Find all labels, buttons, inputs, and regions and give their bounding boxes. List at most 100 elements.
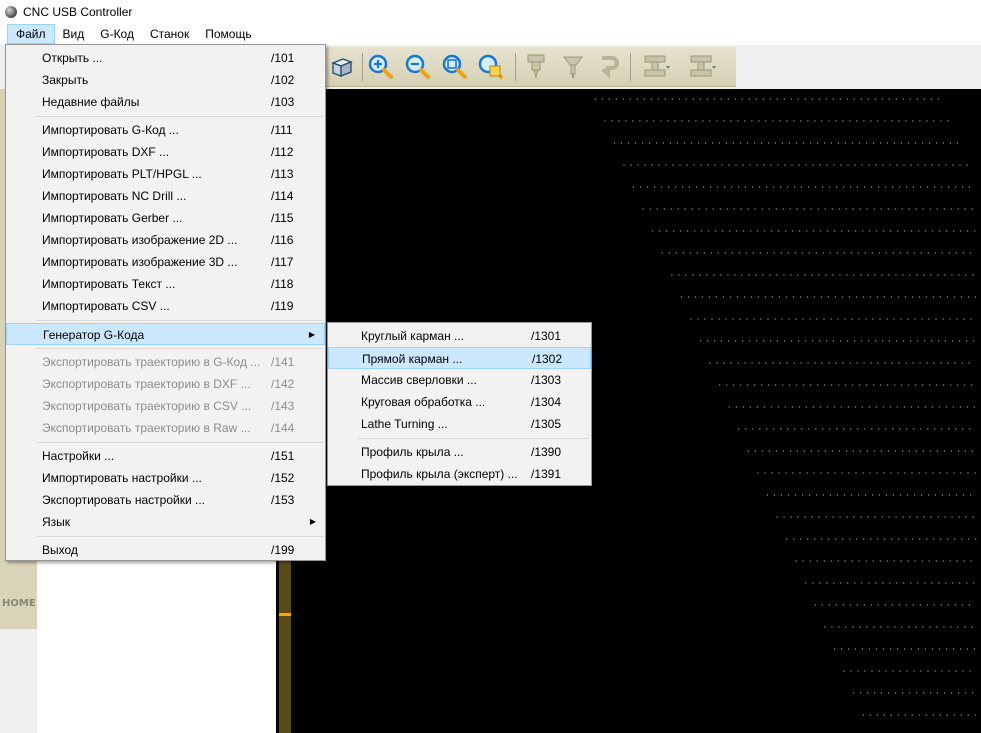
menu-item-shortcut: /1305: [531, 417, 562, 431]
menu-item-label: Экспортировать траекторию в DXF ...: [42, 377, 251, 391]
menu-item-label: Импортировать Текст ...: [42, 277, 176, 291]
menu-item-label: Импортировать CSV ...: [42, 299, 170, 313]
menu-item-settings[interactable]: Настройки ... /151: [6, 445, 325, 467]
submenu-item-lathe-turning[interactable]: Lathe Turning ... /1305: [328, 413, 591, 435]
menu-item-shortcut: /118: [271, 277, 294, 291]
spindle-tool-icon[interactable]: [521, 51, 551, 81]
gcode-generator-submenu: Круглый карман ... /1301 Прямой карман ..…: [327, 322, 592, 486]
menu-help[interactable]: Помощь: [197, 24, 259, 44]
menu-item-shortcut: /143: [271, 399, 295, 413]
menu-item-import-plt[interactable]: Импортировать PLT/HPGL ... /113: [6, 163, 325, 185]
menu-item-import-image-3d[interactable]: Импортировать изображение 3D ... /117: [6, 251, 325, 273]
move-axis-icon[interactable]: [641, 51, 671, 81]
submenu-arrow-icon: ▶: [308, 330, 315, 339]
menu-view[interactable]: Вид: [55, 24, 93, 44]
app-icon: [5, 5, 17, 18]
menu-item-label: Импортировать G-Код ...: [42, 123, 179, 137]
menu-item-shortcut: /115: [271, 211, 294, 225]
menu-machine[interactable]: Станок: [142, 24, 197, 44]
toolbar-separator: [362, 53, 363, 81]
zoom-selection-icon[interactable]: [475, 51, 505, 81]
tool-probe-icon[interactable]: [558, 51, 588, 81]
menu-item-import-dxf[interactable]: Импортировать DXF ... /112: [6, 141, 325, 163]
menu-item-shortcut: /151: [271, 449, 295, 463]
menu-item-label: Выход: [42, 543, 78, 557]
menu-item-close[interactable]: Закрыть/102: [6, 69, 325, 91]
menu-item-label: Lathe Turning ...: [361, 417, 448, 431]
menu-item-import-settings[interactable]: Импортировать настройки ... /152: [6, 467, 325, 489]
submenu-item-airfoil-expert[interactable]: Профиль крыла (эксперт) ... /1391: [328, 463, 591, 485]
menu-item-import-nc-drill[interactable]: Импортировать NC Drill ... /114: [6, 185, 325, 207]
menu-item-import-text[interactable]: Импортировать Текст ... /118: [6, 273, 325, 295]
menu-item-label: Импортировать DXF ...: [42, 145, 170, 159]
menu-item-shortcut: /144: [271, 421, 295, 435]
menu-item-shortcut: /113: [271, 167, 294, 181]
menu-item-shortcut: /114: [271, 189, 294, 203]
menu-item-import-gcode[interactable]: Импортировать G-Код ... /111: [6, 119, 325, 141]
menu-item-label: Настройки ...: [42, 449, 115, 463]
menu-item-label: Открыть ...: [42, 51, 103, 65]
menu-item-export-settings[interactable]: Экспортировать настройки ... /153: [6, 489, 325, 511]
menu-item-label: Импортировать изображение 2D ...: [42, 233, 238, 247]
move-axis-alt-icon[interactable]: [687, 51, 717, 81]
menu-item-shortcut: /199: [271, 543, 295, 557]
z-axis-slider[interactable]: [279, 560, 291, 733]
menu-item-label: Генератор G-Кода: [43, 328, 145, 342]
z-axis-marker[interactable]: [279, 613, 291, 616]
submenu-item-drill-array[interactable]: Массив сверловки ... /1303: [328, 369, 591, 391]
menu-item-export-dxf: Экспортировать траекторию в DXF ... /142: [6, 373, 325, 395]
zoom-in-icon[interactable]: [365, 51, 395, 81]
3d-view-icon[interactable]: [327, 51, 357, 81]
menu-item-shortcut: /119: [271, 299, 294, 313]
menu-item-label: Импортировать PLT/HPGL ...: [42, 167, 202, 181]
submenu-item-rect-pocket[interactable]: Прямой карман ... /1302: [328, 347, 591, 369]
menu-item-label: Недавние файлы: [42, 95, 140, 109]
menu-item-export-gcode: Экспортировать траекторию в G-Код ... /14…: [6, 351, 325, 373]
menu-item-label: Прямой карман ...: [362, 352, 463, 366]
menu-file[interactable]: Файл: [7, 24, 55, 44]
menu-item-label: Импортировать NC Drill ...: [42, 189, 187, 203]
submenu-item-round-pocket[interactable]: Круглый карман ... /1301: [328, 325, 591, 347]
menu-item-shortcut: /1301: [531, 329, 562, 343]
submenu-item-circular-machining[interactable]: Круговая обработка ... /1304: [328, 391, 591, 413]
menu-item-shortcut: /116: [271, 233, 294, 247]
title-bar: CNC USB Controller: [0, 0, 981, 23]
menu-bar: Файл Вид G-Код Станок Помощь: [0, 23, 981, 45]
menu-item-shortcut: /1303: [531, 373, 562, 387]
menu-item-label: Экспортировать траекторию в CSV ...: [42, 399, 252, 413]
menu-item-shortcut: /102: [271, 73, 295, 87]
zoom-fit-icon[interactable]: [439, 51, 469, 81]
menu-item-label: Экспортировать настройки ...: [42, 493, 206, 507]
menu-item-import-image-2d[interactable]: Импортировать изображение 2D ... /116: [6, 229, 325, 251]
menu-item-open[interactable]: Открыть ... /101: [6, 47, 325, 69]
menu-item-label: Экспортировать траекторию в Raw ...: [42, 421, 251, 435]
menu-item-label: Профиль крыла (эксперт) ...: [361, 467, 518, 481]
zoom-out-icon[interactable]: [402, 51, 432, 81]
menu-item-label: Импортировать изображение 3D ...: [42, 255, 238, 269]
toolbar-separator: [630, 53, 631, 81]
menu-item-label: Круговая обработка ...: [361, 395, 486, 409]
menu-item-label: Закрыть: [42, 73, 89, 87]
toolbar: [325, 47, 736, 87]
submenu-item-airfoil[interactable]: Профиль крыла ... /1390: [328, 441, 591, 463]
menu-item-export-raw: Экспортировать траекторию в Raw ... /144: [6, 417, 325, 439]
menu-item-label: Круглый карман ...: [361, 329, 465, 343]
toolpath-dots: [594, 98, 977, 716]
home-button[interactable]: HOME: [2, 598, 36, 609]
menu-item-recent[interactable]: Недавние файлы/103: [6, 91, 325, 113]
menu-item-shortcut: /1391: [531, 467, 562, 481]
menu-item-shortcut: /117: [271, 255, 294, 269]
menu-item-shortcut: /1390: [531, 445, 562, 459]
file-menu: Открыть ... /101 Закрыть/102 Недавние фай…: [5, 44, 326, 561]
menu-item-label: Язык: [42, 515, 71, 529]
menu-item-import-csv[interactable]: Импортировать CSV ... /119: [6, 295, 325, 317]
menu-gcode[interactable]: G-Код: [92, 24, 142, 44]
menu-item-exit[interactable]: Выход/199: [6, 539, 325, 561]
submenu-arrow-icon: ▶: [309, 517, 316, 526]
menu-item-language[interactable]: Язык ▶: [6, 511, 325, 533]
menu-item-gcode-generator[interactable]: Генератор G-Кода ▶: [6, 323, 325, 345]
menu-item-import-gerber[interactable]: Импортировать Gerber ... /115: [6, 207, 325, 229]
menu-item-label: Импортировать настройки ...: [42, 471, 202, 485]
rotate-tool-icon[interactable]: [593, 51, 623, 81]
menu-item-label: Профиль крыла ...: [361, 445, 464, 459]
